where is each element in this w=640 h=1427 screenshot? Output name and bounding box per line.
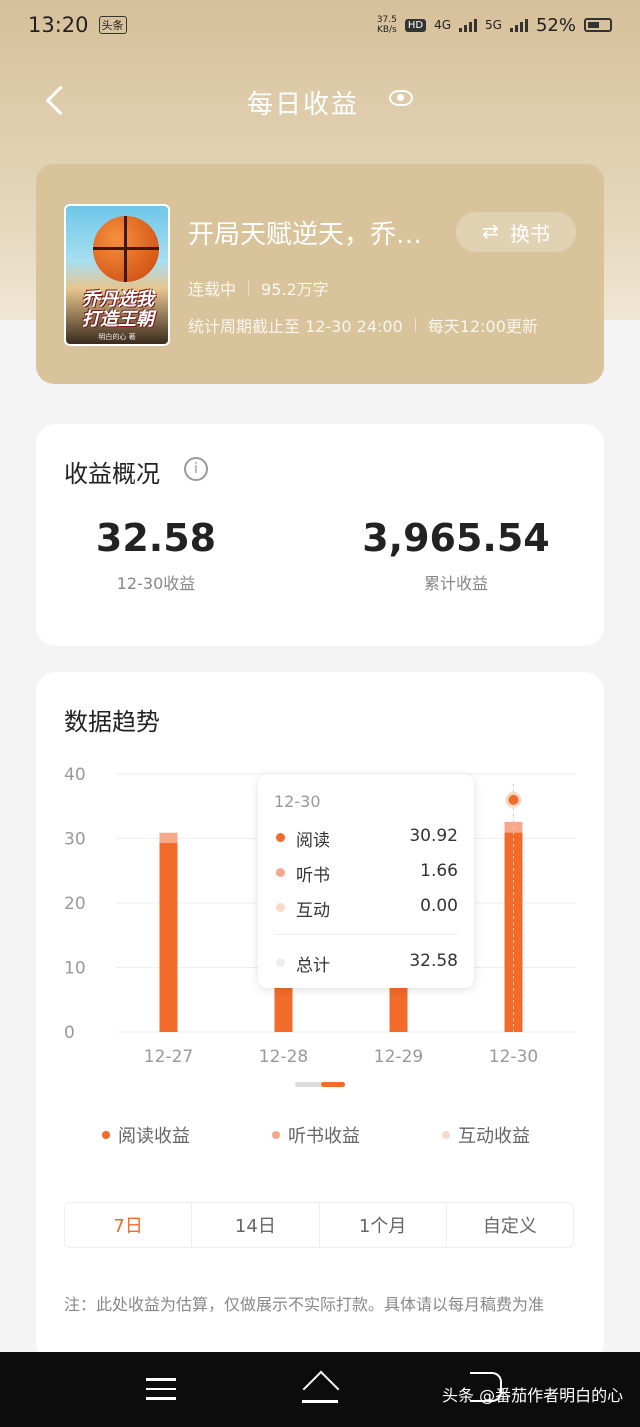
total-earnings: 3,965.54 (362, 516, 550, 560)
menu-icon[interactable] (146, 1378, 176, 1402)
system-nav-bar: 头条 @番茄作者明白的心 (0, 1352, 640, 1427)
selection-point (508, 794, 519, 805)
legend-read: 阅读收益 (102, 1122, 190, 1148)
range-tabs: 7日 14日 1个月 自定义 (64, 1202, 574, 1248)
y-tick-label: 20 (64, 894, 86, 914)
book-cover[interactable]: 乔丹选我 打造王朝 明白的心 著 (64, 204, 170, 346)
tab-custom[interactable]: 自定义 (447, 1203, 573, 1247)
legend-dot-icon (272, 1131, 280, 1139)
bar-听书收益 (159, 832, 178, 844)
legend-listen: 听书收益 (272, 1122, 360, 1148)
net-5g-label: 5G (485, 18, 502, 32)
total-earnings-label: 累计收益 (423, 574, 488, 593)
tooltip-row-interact: 互动 0.00 (274, 896, 458, 921)
status-bar: 13:20 头条 37.5 KB/s HD 4G 5G 52% (0, 0, 640, 50)
divider (414, 318, 416, 332)
bar-阅读收益 (159, 843, 178, 1032)
today-earnings: 32.58 (95, 516, 217, 560)
tab-7-days[interactable]: 7日 (65, 1203, 193, 1247)
battery-percent: 52% (535, 14, 576, 36)
eye-icon[interactable] (389, 90, 413, 106)
trend-card: 数据趋势 0 10 20 30 40 12-27 12-28 12-29 12-30 12-30… (36, 672, 604, 1362)
swap-label: 换书 (510, 221, 550, 246)
net-4g-label: 4G (434, 18, 452, 32)
overview-card: 收益概况 i 32.58 12-30收益 3,965.54 累计收益 (36, 424, 604, 646)
legend-dot-icon (442, 1131, 450, 1139)
y-tick-label: 40 (64, 765, 86, 785)
chart-scroll-indicator[interactable] (295, 1082, 345, 1087)
period-text: 统计周期截止至 12-30 24:00 (188, 317, 403, 336)
legend-dot-icon (102, 1131, 110, 1139)
tooltip-date: 12-30 (274, 792, 321, 811)
update-text: 每天12:00更新 (427, 317, 538, 336)
book-words: 95.2万字 (261, 280, 329, 299)
y-tick-label: 30 (64, 830, 86, 850)
status-indicators: 37.5 KB/s HD 4G 5G 52% (377, 15, 612, 36)
network-speed: 37.5 KB/s (376, 15, 397, 35)
signal-icon (459, 18, 478, 32)
page-title: 每日收益 (246, 90, 359, 120)
disclaimer-note: 注：此处收益为估算，仅做展示不实际打款。具体请以每月稿费为准 (64, 1295, 545, 1314)
battery-icon (584, 18, 612, 32)
x-tick-label: 12-28 (259, 1047, 308, 1067)
status-app-badge: 头条 (98, 16, 127, 34)
tooltip-row-listen: 听书 1.66 (274, 861, 458, 886)
overview-title: 收益概况 (64, 460, 160, 488)
hd-badge: HD (404, 18, 427, 32)
swap-book-button[interactable]: 换书 (456, 212, 576, 252)
total-dot-icon (276, 958, 285, 967)
info-icon[interactable]: i (184, 457, 208, 481)
signal-icon (509, 18, 528, 32)
cover-author: 明白的心 著 (98, 333, 136, 341)
y-tick-label: 10 (64, 959, 86, 979)
swap-icon (482, 219, 502, 243)
book-title: 开局天赋逆天，乔… (188, 220, 423, 250)
tooltip-divider (274, 934, 458, 935)
book-card: 乔丹选我 打造王朝 明白的心 著 开局天赋逆天，乔… 换书 连载中 95.2万字… (36, 164, 604, 384)
tab-14-days[interactable]: 14日 (192, 1203, 320, 1247)
x-tick-label: 12-29 (374, 1047, 423, 1067)
status-time: 13:20 (28, 13, 89, 37)
read-dot-icon (276, 833, 285, 842)
listen-dot-icon (276, 868, 285, 877)
book-meta: 连载中 95.2万字 (188, 276, 329, 300)
basketball-image (93, 216, 159, 282)
x-tick-label: 12-30 (489, 1047, 538, 1067)
bar-阅读收益 (389, 980, 408, 1032)
bar-阅读收益 (274, 980, 293, 1032)
tab-1-month[interactable]: 1个月 (320, 1203, 447, 1247)
tooltip-row-total: 总计 32.58 (274, 951, 458, 976)
interact-dot-icon (276, 903, 285, 912)
chart-tooltip: 12-30 阅读 30.92 听书 1.66 互动 0.00 总计 32.58 (258, 774, 474, 988)
divider (248, 281, 250, 295)
tooltip-row-read: 阅读 30.92 (274, 826, 458, 851)
watermark: 头条 @番茄作者明白的心 (442, 1386, 624, 1405)
trend-title: 数据趋势 (64, 708, 160, 736)
cover-title: 乔丹选我 打造王朝 (82, 289, 154, 330)
today-earnings-label: 12-30收益 (116, 574, 196, 593)
book-period: 统计周期截止至 12-30 24:00 每天12:00更新 (188, 313, 538, 337)
y-tick-label: 0 (64, 1023, 75, 1043)
legend-interact: 互动收益 (442, 1122, 530, 1148)
x-tick-label: 12-27 (144, 1047, 193, 1067)
book-status: 连载中 (188, 280, 237, 299)
nav-bar: 每日收益 (0, 70, 640, 130)
home-icon[interactable] (300, 1374, 340, 1404)
